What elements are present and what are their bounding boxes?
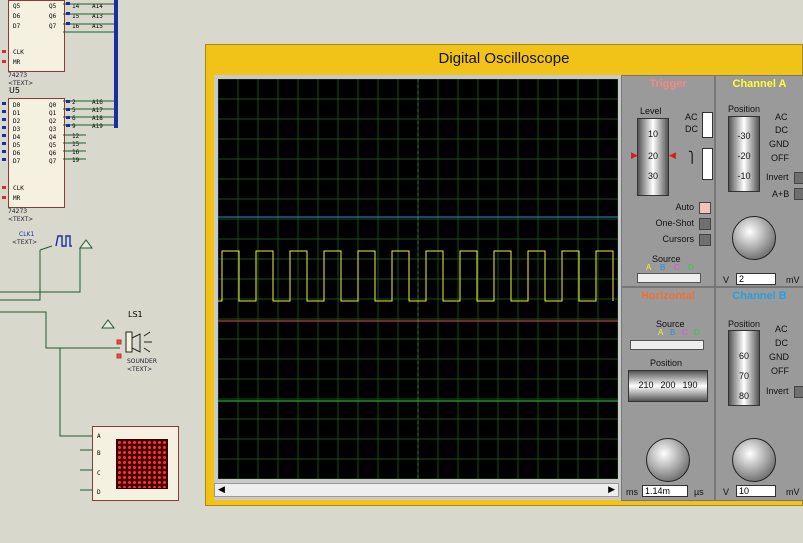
level-tick: 30 xyxy=(647,171,658,181)
source-c-label: C xyxy=(674,263,680,272)
oscilloscope-window[interactable]: Digital Oscilloscope ◀ ▶ Trigger Level 1… xyxy=(205,44,803,506)
level-tick: 10 xyxy=(647,129,658,139)
channel-a-unit-v: V xyxy=(723,275,730,285)
channel-b-volts-knob[interactable] xyxy=(732,438,776,482)
scope-display xyxy=(217,78,619,480)
level-marker-icon: ▶ xyxy=(631,150,638,160)
sounder-name: SOUNDER xyxy=(127,358,157,365)
trigger-ac-label: AC xyxy=(685,112,698,122)
channel-a-value-field[interactable]: 2 xyxy=(736,273,776,285)
source-a-label: A xyxy=(646,263,652,272)
source-d-label: D xyxy=(688,263,694,272)
channel-a-gnd-label: GND xyxy=(769,139,789,149)
horizontal-title: Horizontal xyxy=(641,290,695,302)
channel-a-aplusb-button[interactable] xyxy=(794,188,803,200)
edge-rising-icon: ⎫ xyxy=(688,152,697,164)
timebase-unit-us: µs xyxy=(694,487,704,497)
led-matrix[interactable]: A B C D xyxy=(92,426,179,501)
cursors-button[interactable] xyxy=(699,234,711,246)
channel-b-invert-label: Invert xyxy=(766,386,789,396)
channel-b-unit-v: V xyxy=(723,487,730,497)
hsource-d-label: D xyxy=(694,328,700,337)
channel-b-invert-button[interactable] xyxy=(794,386,803,398)
schematic-canvas[interactable]: Q5 D6 D7 Q5 Q6 Q7 CLK MR 74273 <TEXT> 14… xyxy=(0,0,205,543)
channel-a-invert-button[interactable] xyxy=(794,172,803,184)
trigger-panel: Trigger Level 10 20 30 ▶ ◀ AC DC ⎫ Auto … xyxy=(621,75,715,287)
channel-a-position-drum[interactable]: -30 -20 -10 xyxy=(728,116,760,192)
horizontal-panel: Horizontal Source A B C D Position 210 2… xyxy=(621,287,715,501)
hsource-b-label: B xyxy=(670,328,676,337)
channel-b-tick: 70 xyxy=(738,371,749,381)
channel-a-tick: -30 xyxy=(737,131,751,141)
channel-a-tick: -20 xyxy=(737,151,751,161)
level-label: Level xyxy=(640,106,662,116)
scope-screen xyxy=(217,78,619,480)
channel-a-volts-knob[interactable] xyxy=(732,216,776,260)
channel-b-tick: 80 xyxy=(738,391,749,401)
matrix-pin: D xyxy=(97,489,101,496)
level-tick: 20 xyxy=(647,151,658,161)
channel-b-panel: Channel B Position 60 70 80 AC DC GND OF… xyxy=(715,287,803,501)
trigger-level-drum[interactable]: 10 20 30 xyxy=(637,118,669,196)
trigger-dc-label: DC xyxy=(685,124,698,134)
hsource-c-label: C xyxy=(682,328,688,337)
one-shot-label: One-Shot xyxy=(655,218,694,228)
source-b-label: B xyxy=(660,263,666,272)
channel-a-title: Channel A xyxy=(732,78,787,90)
clock-text: <TEXT> xyxy=(12,239,38,246)
channel-b-position-drum[interactable]: 60 70 80 xyxy=(728,330,760,406)
channel-b-gnd-label: GND xyxy=(769,352,789,362)
horizontal-position-drum[interactable]: 210 200 190 xyxy=(628,370,708,402)
channel-b-off-label: OFF xyxy=(771,366,789,376)
channel-a-unit-mv: mV xyxy=(786,275,800,285)
channel-b-tick: 60 xyxy=(738,351,749,361)
channel-a-off-label: OFF xyxy=(771,153,789,163)
scroll-left-arrow[interactable]: ◀ xyxy=(218,484,225,495)
channel-a-aplusb-label: A+B xyxy=(772,189,790,199)
timebase-value-field[interactable]: 1.14m xyxy=(642,485,688,497)
cursors-label: Cursors xyxy=(662,234,694,244)
channel-b-unit-mv: mV xyxy=(786,487,800,497)
trigger-edge-switch[interactable] xyxy=(702,148,713,180)
channel-a-invert-label: Invert xyxy=(766,172,789,182)
horizontal-position-label: Position xyxy=(650,358,683,368)
horizontal-source-slider[interactable] xyxy=(630,340,704,350)
scroll-right-arrow[interactable]: ▶ xyxy=(608,484,615,495)
timebase-unit-ms: ms xyxy=(626,487,638,497)
horizontal-scrollbar[interactable]: ◀ ▶ xyxy=(214,483,619,497)
auto-label: Auto xyxy=(675,202,694,212)
channel-b-ac-label: AC xyxy=(775,324,788,334)
matrix-pin: A xyxy=(97,433,101,440)
matrix-pin: B xyxy=(97,450,101,457)
channel-a-ac-label: AC xyxy=(775,112,788,122)
channel-a-tick: -10 xyxy=(737,171,751,181)
channel-b-position-label: Position xyxy=(728,319,761,329)
channel-b-title: Channel B xyxy=(732,290,787,302)
clock-ref: CLK1 xyxy=(19,231,35,238)
one-shot-button[interactable] xyxy=(699,218,711,230)
window-title: Digital Oscilloscope xyxy=(438,50,570,67)
auto-button[interactable] xyxy=(699,202,711,214)
timebase-knob[interactable] xyxy=(646,438,690,482)
sounder-ref: LS1 xyxy=(128,310,143,319)
trigger-title: Trigger xyxy=(649,78,687,90)
sounder-text: <TEXT> xyxy=(127,366,153,373)
matrix-pin: C xyxy=(97,470,101,477)
trigger-source-slider[interactable] xyxy=(637,273,701,283)
trigger-coupling-switch[interactable] xyxy=(702,112,713,138)
hsource-a-label: A xyxy=(658,328,664,337)
led-grid xyxy=(116,439,168,489)
level-marker-icon: ◀ xyxy=(669,150,676,160)
channel-b-dc-label: DC xyxy=(775,338,788,348)
channel-a-panel: Channel A Position -30 -20 -10 AC DC GND… xyxy=(715,75,803,287)
scope-screen-frame: ◀ ▶ xyxy=(214,75,621,500)
channel-a-position-label: Position xyxy=(728,104,761,114)
channel-a-dc-label: DC xyxy=(775,125,788,135)
channel-b-value-field[interactable]: 10 xyxy=(736,485,776,497)
